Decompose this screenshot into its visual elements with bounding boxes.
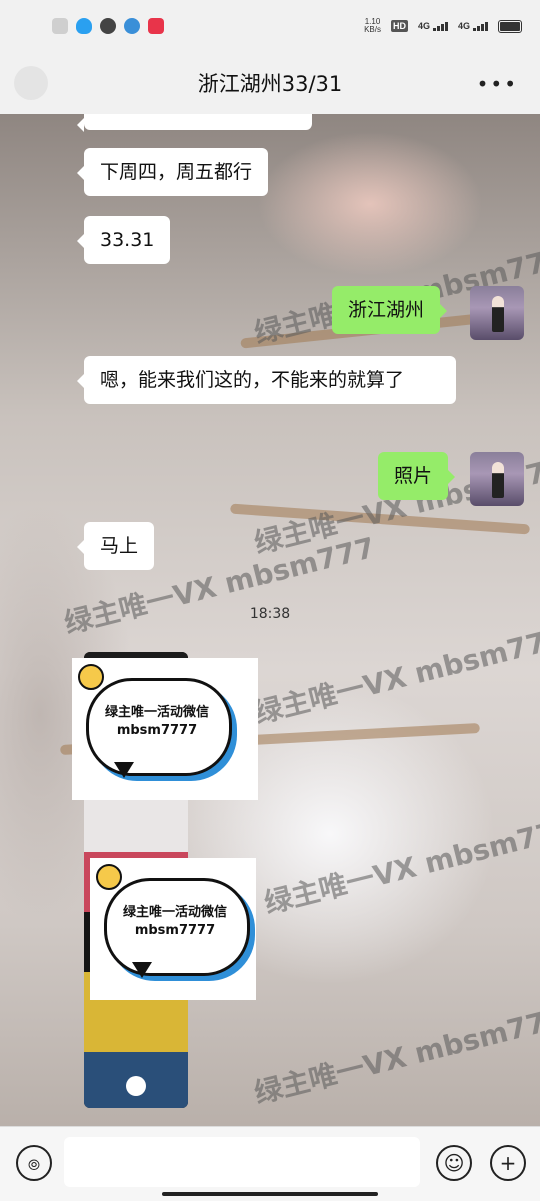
emoji-button[interactable]: ☺ [436, 1145, 472, 1181]
sticker-text: 绿主唯一活动微信 mbsm7777 [92, 704, 222, 740]
network-speed-unit: KB/s [364, 25, 381, 34]
signal-2-icon: 4G [458, 21, 488, 31]
message-bubble-incoming[interactable]: 嗯，能来我们这的，不能来的就算了 [77, 356, 456, 404]
ad-sticker: 绿主唯一活动微信 mbsm7777 [72, 658, 258, 800]
ad-sticker: 绿主唯一活动微信 mbsm7777 [90, 858, 256, 1000]
watermark: 绿主唯一VX mbsm777 [251, 1000, 540, 1110]
plus-button[interactable]: + [490, 1145, 526, 1181]
watermark: 绿主唯一VX mbsm777 [261, 810, 540, 920]
my-avatar[interactable] [470, 452, 524, 506]
message-bubble-incoming[interactable]: 马上 [76, 522, 155, 570]
app-red-icon [148, 18, 164, 34]
chat-area[interactable]: 绿主唯一VX mbsm777 绿主唯一VX mbsm777 绿主唯一VX mbs… [0, 114, 540, 1126]
tv-app-icon [124, 18, 140, 34]
emoji-icon: ☺ [443, 1151, 465, 1175]
sim2-label: 4G [457, 21, 470, 31]
avatar-figure [492, 296, 504, 332]
status-bar: 1.10 KB/s HD 4G 4G [0, 0, 540, 52]
watermark: 绿主唯一VX mbsm777 [251, 620, 540, 730]
home-indicator[interactable] [162, 1192, 378, 1196]
notification-icons [52, 18, 164, 34]
speech-cloud-tail [132, 962, 152, 978]
lightbulb-icon [78, 664, 104, 690]
message-bubble-incoming[interactable]: 下周四，周五都行 [76, 148, 269, 196]
battery-icon [498, 19, 522, 33]
system-indicators: 1.10 KB/s HD 4G 4G [364, 18, 522, 34]
message-bubble-outgoing[interactable]: 照片 [378, 452, 456, 500]
sticker-line-2: mbsm7777 [116, 723, 198, 738]
message-bubble-partial[interactable] [77, 114, 312, 132]
chat-title: 浙江湖州33/31 [197, 72, 343, 96]
sticker-text: 绿主唯一活动微信 mbsm7777 [110, 904, 240, 940]
input-bar: ⦾ ☺ + [0, 1126, 540, 1201]
qq-icon [76, 18, 92, 34]
screenshot-button [126, 1076, 146, 1096]
speech-cloud-tail [114, 762, 134, 778]
signal-1-icon: 4G [418, 21, 448, 31]
my-avatar[interactable] [470, 286, 524, 340]
sticker-line-2: mbsm7777 [134, 923, 216, 938]
message-timestamp: 18:38 [249, 606, 291, 622]
chat-header: 浙江湖州33/31 ••• [0, 52, 540, 114]
voice-button[interactable]: ⦾ [16, 1145, 52, 1181]
voice-icon: ⦾ [27, 1156, 40, 1174]
sim1-label: 4G [417, 21, 430, 31]
message-bubble-incoming[interactable]: 33.31 [76, 216, 171, 264]
avatar-figure [492, 462, 504, 498]
plus-icon: + [499, 1151, 517, 1175]
message-bubble-outgoing[interactable]: 浙江湖州 [332, 286, 448, 334]
sticker-line-1: 绿主唯一活动微信 [122, 905, 227, 920]
message-input[interactable] [64, 1137, 420, 1187]
hd-badge: HD [390, 20, 408, 32]
app-notification-icon [52, 18, 68, 34]
lightbulb-icon [96, 864, 122, 890]
sticker-line-1: 绿主唯一活动微信 [104, 705, 209, 720]
message-icon [100, 18, 116, 34]
network-speed: 1.10 KB/s [364, 18, 381, 34]
more-options-button[interactable]: ••• [477, 72, 518, 96]
